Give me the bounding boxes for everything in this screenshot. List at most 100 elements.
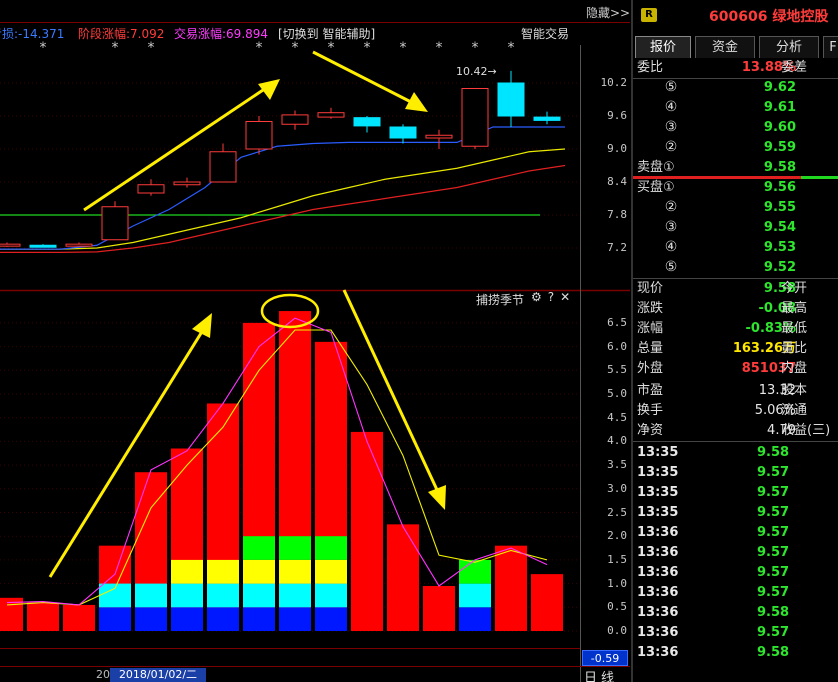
quote-label: 总量 (637, 341, 664, 356)
price-tick-label: 10.2 (600, 76, 628, 89)
tab-quote[interactable]: 报价 (635, 36, 691, 58)
quote-label-secondary: 今开 (781, 281, 808, 296)
tab-more[interactable]: F (823, 36, 838, 58)
smart-trade-label[interactable]: 智能交易 (521, 25, 569, 42)
value-tick-label: 1.5 (607, 552, 627, 566)
indicator-bar-segment (279, 559, 311, 584)
close-icon[interactable]: ✕ (560, 290, 570, 304)
candle-body (353, 117, 381, 127)
indicator-controls: ⚙? ✕ (531, 290, 576, 304)
value-tick-label: 2.0 (607, 529, 627, 543)
stock-name: 绿地控股 (772, 9, 829, 25)
buy-order-price[interactable]: 9.55 (764, 198, 796, 218)
tab-funds[interactable]: 资金 (695, 36, 755, 58)
indicator-bar-segment (171, 559, 203, 584)
tab-analysis[interactable]: 分析 (759, 36, 819, 58)
indicator-bar (495, 545, 527, 631)
buy-order-price[interactable]: 9.56 (764, 178, 796, 198)
buy-order-row: ② 9.55 (633, 198, 838, 218)
date-prefix: 20 (96, 668, 110, 681)
sell-order-level: 卖盘① (637, 160, 675, 175)
buy-order-level: ③ (664, 219, 678, 235)
quote-row: 总量 163.26万 量比 (633, 339, 838, 359)
candle-body (497, 82, 525, 117)
tick-row: 13:36 9.57 (633, 543, 838, 563)
candle-body (173, 181, 201, 186)
quote-row: 涨幅 -0.83% 最低 (633, 319, 838, 339)
stock-code: 600606 (709, 9, 768, 25)
tick-price: 9.57 (757, 565, 790, 580)
period-label[interactable]: 日线 (584, 667, 618, 682)
weicha-label: 委差 (781, 60, 808, 75)
tick-time: 13:36 (637, 605, 679, 620)
help-icon[interactable]: ? (548, 290, 554, 304)
indicator-bar-segment (243, 583, 275, 608)
indicator-bar: 亏损:-14.371 阶段涨幅:7.092 交易涨幅:69.894 [切换到 智… (0, 22, 580, 44)
indicator-bar-segment (207, 559, 239, 584)
quote-row: 外盘 851037 内盘 (633, 359, 838, 379)
candle-body (0, 243, 21, 247)
tick-row: 13:36 9.57 (633, 523, 838, 543)
candle-body (209, 151, 237, 183)
value-tick-label: 6.5 (607, 315, 627, 329)
top-grid (0, 82, 580, 249)
indicator-bar-segment (207, 607, 239, 631)
chart-canvas[interactable]: * * * * * * * * * * * 10.42→ (0, 0, 630, 682)
buy-order-price[interactable]: 9.54 (764, 218, 796, 238)
tick-price: 9.57 (757, 625, 790, 640)
price-tick-label: 8.4 (607, 175, 627, 188)
quote-label: 外盘 (637, 361, 664, 376)
indicator-bar (423, 585, 455, 631)
tick-time: 13:35 (637, 445, 679, 460)
tick-price: 9.57 (757, 585, 790, 600)
value-tick-label: 3.5 (607, 458, 627, 472)
weibi-row: 委比 13.88% 委差 (633, 58, 838, 78)
indicator-title: 捕捞季节 (476, 293, 525, 307)
buy-order-price[interactable]: 9.52 (764, 258, 796, 278)
tick-row: 13:35 9.57 (633, 483, 838, 503)
quote-label-secondary: 最低 (781, 321, 808, 336)
hide-button[interactable]: 隐藏>> (586, 4, 630, 21)
buy-order-row: ④ 9.53 (633, 238, 838, 258)
indicator-bar-segment (171, 607, 203, 631)
quote-label-secondary: 收益(三) (781, 423, 831, 438)
switch-assist-link[interactable]: [切换到 智能辅助] (278, 25, 375, 42)
gear-icon[interactable]: ⚙ (531, 290, 542, 304)
indicator-bar-segment (171, 583, 203, 608)
sell-order-price[interactable]: 9.60 (764, 118, 796, 138)
tick-time: 13:36 (637, 645, 679, 660)
buy-order-row: ③ 9.54 (633, 218, 838, 238)
tick-row: 13:35 9.57 (633, 463, 838, 483)
indicator-bar-segment (315, 559, 347, 584)
candle-body (137, 184, 165, 194)
sell-order-price[interactable]: 9.61 (764, 98, 796, 118)
sell-order-price[interactable]: 9.62 (764, 78, 796, 98)
sell-order-price[interactable]: 9.59 (764, 138, 796, 158)
value-tick-label: 0.5 (607, 600, 627, 614)
panel-tabs: 报价 资金 分析 F (633, 36, 838, 58)
indicator-bar-segment (315, 536, 347, 560)
sell-order-price[interactable]: 9.58 (764, 158, 796, 178)
indicator-bar-segment (279, 583, 311, 608)
buy-order-level: 买盘① (637, 180, 675, 195)
candle-body (65, 243, 93, 247)
indicator-bar-segment (243, 559, 275, 584)
r-badge: R (641, 8, 657, 22)
buy-order-price[interactable]: 9.53 (764, 238, 796, 258)
tick-price: 9.57 (757, 485, 790, 500)
value-tick-label: 5.5 (607, 363, 627, 377)
tick-price: 9.58 (757, 445, 790, 460)
peak-price-label: 10.42→ (456, 65, 497, 78)
value-tick-label: 4.0 (607, 434, 627, 448)
tick-row: 13:36 9.58 (633, 603, 838, 623)
sell-order-level: ③ (664, 119, 678, 135)
quote-label-secondary: 股本 (781, 383, 808, 398)
quote-row: 净资 4.79 收益(三) (633, 421, 838, 441)
tick-time: 13:35 (637, 485, 679, 500)
value-tick-label: 3.0 (607, 481, 627, 495)
sell-order-row: ② 9.59 (633, 138, 838, 158)
current-indicator-value: -0.59 (582, 650, 628, 666)
value-tick-label: 6.0 (607, 339, 627, 353)
quote-label: 净资 (637, 423, 664, 438)
indicator-bar-segment (459, 559, 491, 584)
